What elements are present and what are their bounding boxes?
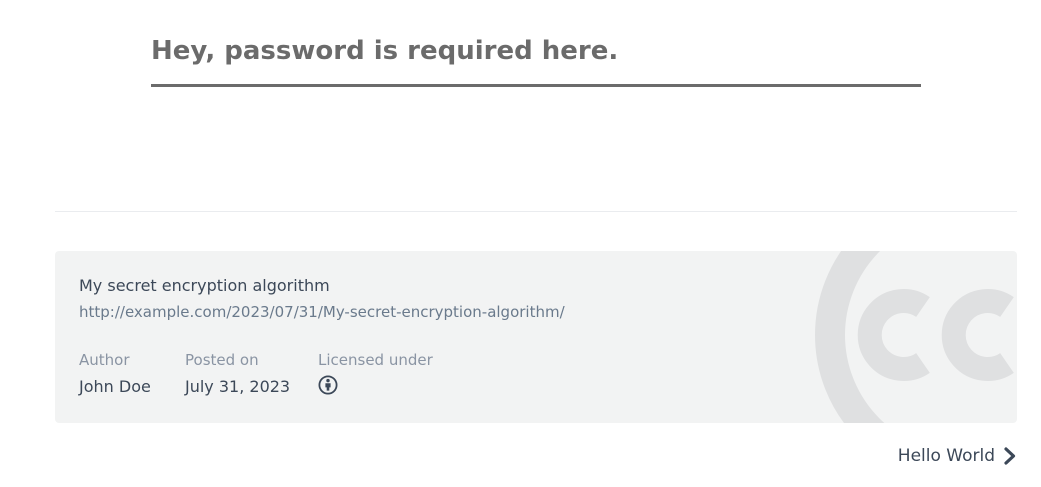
author-label: Author xyxy=(79,351,130,369)
license-post-title: My secret encryption algorithm xyxy=(79,276,330,295)
meta-author: Author John Doe xyxy=(79,350,151,398)
meta-license: Licensed under xyxy=(318,350,433,399)
page: My secret encryption algorithm http://ex… xyxy=(0,0,1041,487)
creative-commons-icon xyxy=(815,251,1014,423)
chevron-right-icon xyxy=(1004,447,1016,465)
next-post-link[interactable]: Hello World xyxy=(898,446,1017,466)
meta-posted: Posted on July 31, 2023 xyxy=(185,350,290,398)
password-input[interactable] xyxy=(151,25,921,77)
author-value: John Doe xyxy=(79,377,151,396)
posted-value: July 31, 2023 xyxy=(185,377,291,396)
posted-label: Posted on xyxy=(185,351,259,369)
next-post-label: Hello World xyxy=(897,446,995,466)
license-card: My secret encryption algorithm http://ex… xyxy=(55,251,1017,423)
divider xyxy=(55,211,1017,212)
licensed-label: Licensed under xyxy=(318,351,433,369)
password-field[interactable] xyxy=(151,25,921,87)
cc-by-icon[interactable] xyxy=(318,375,338,395)
license-post-link[interactable]: http://example.com/2023/07/31/My-secret-… xyxy=(79,303,565,321)
